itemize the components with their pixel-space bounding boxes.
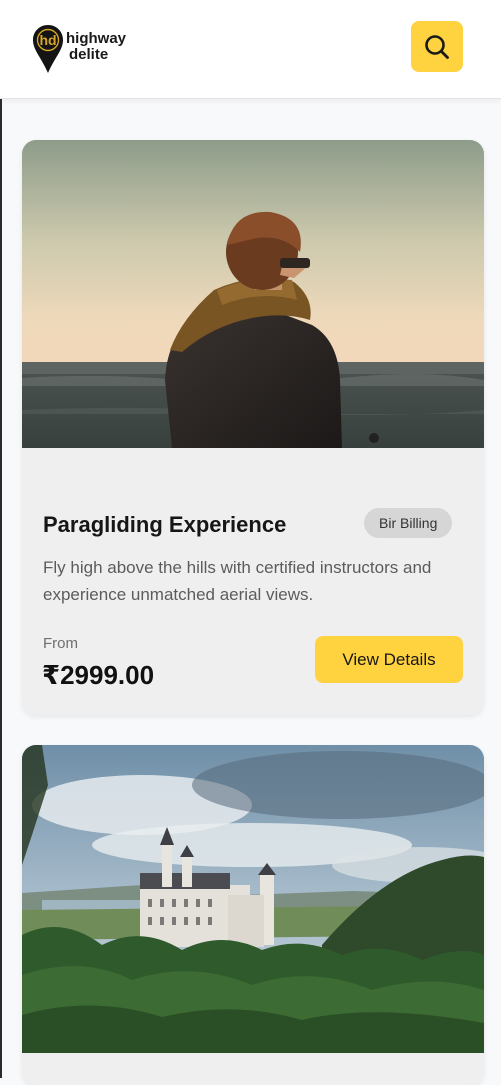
experience-image	[22, 745, 484, 1053]
highway-delite-logo[interactable]: hd highway delite	[32, 24, 126, 74]
app-header: hd highway delite	[0, 0, 501, 99]
logo-line-1: highway	[66, 30, 127, 47]
person-by-lake-photo	[22, 140, 484, 448]
search-icon	[425, 34, 449, 59]
castle-forest-photo	[22, 745, 484, 1053]
price-prefix: From	[43, 635, 78, 652]
map-pin-logo-icon: hd	[33, 25, 63, 73]
experience-card[interactable]: Paragliding Experience Bir Billing Fly h…	[22, 140, 484, 715]
experience-image	[22, 140, 484, 448]
search-button[interactable]	[411, 21, 463, 72]
experience-title: Paragliding Experience	[43, 512, 287, 537]
experience-price: ₹2999.00	[42, 660, 155, 690]
experience-card[interactable]	[22, 745, 484, 1085]
view-details-button[interactable]: View Details	[315, 636, 463, 683]
experience-description: Fly high above the hills with certified …	[43, 558, 432, 604]
logo-line-2: delite	[69, 46, 109, 63]
location-badge: Bir Billing	[364, 508, 453, 538]
logo-initials: hd	[39, 32, 56, 48]
logo-wordmark: highway delite	[66, 31, 126, 63]
viewport-edge	[0, 99, 2, 1078]
